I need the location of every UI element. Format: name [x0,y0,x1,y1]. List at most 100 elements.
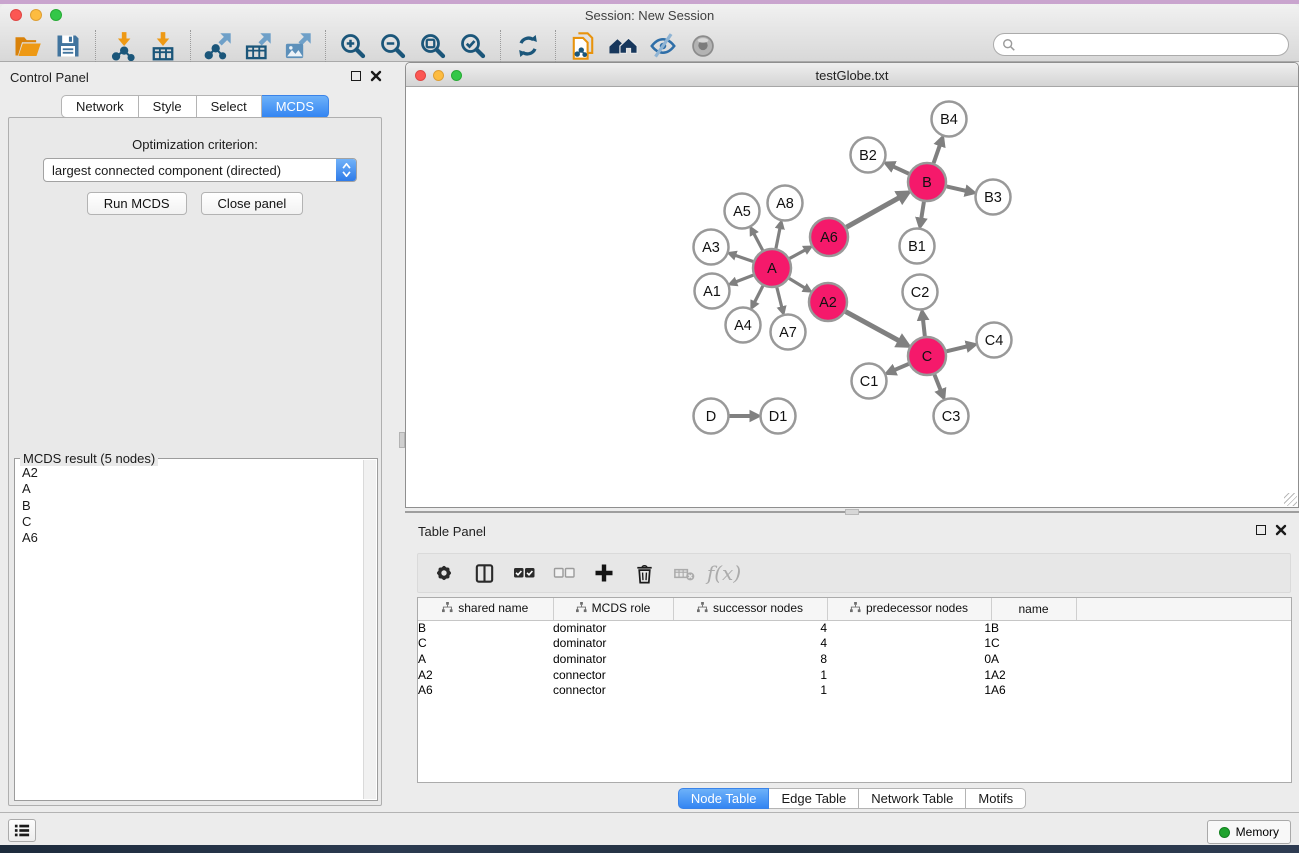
tab-select[interactable]: Select [197,95,262,118]
tab-network[interactable]: Network [61,95,139,118]
graph-edge-A-A4[interactable] [755,286,763,302]
graph-edge-C-C3[interactable] [934,375,940,391]
graph-node-B[interactable]: B [908,163,946,201]
graph-node-C2[interactable]: C2 [903,275,938,310]
delete-column-button[interactable] [626,556,662,590]
export-image-button[interactable] [278,28,318,64]
graph-edge-A2-C[interactable] [846,312,899,341]
column-header-successor-nodes[interactable]: successor nodes [673,598,827,620]
result-item[interactable]: C [22,514,363,530]
graph-edge-A-A3[interactable] [735,255,753,261]
graph-node-B1[interactable]: B1 [900,229,935,264]
result-item[interactable]: A2 [22,465,363,481]
float-table-panel-icon[interactable] [1256,525,1266,535]
graph-node-D[interactable]: D [694,399,729,434]
clone-network-button[interactable] [563,28,603,64]
home-button[interactable] [603,28,643,64]
graph-node-A8[interactable]: A8 [768,186,803,221]
zoom-fit-button[interactable] [413,28,453,64]
graph-edge-A-A5[interactable] [754,234,763,250]
graph-node-C[interactable]: C [908,337,946,375]
graph-edge-C-C2[interactable] [923,320,925,336]
run-mcds-button[interactable]: Run MCDS [87,192,187,215]
result-item[interactable]: A6 [22,530,363,546]
column-header-predecessor-nodes[interactable]: predecessor nodes [827,598,991,620]
search-box[interactable] [993,33,1289,56]
tab-style[interactable]: Style [139,95,197,118]
graph-node-D1[interactable]: D1 [761,399,796,434]
graph-node-A5[interactable]: A5 [725,194,760,229]
graph-edge-A-A8[interactable] [776,228,780,248]
graph-node-A6[interactable]: A6 [810,218,848,256]
split-pane-divider-grip[interactable] [399,432,405,448]
zoom-out-button[interactable] [373,28,413,64]
float-panel-icon[interactable] [351,71,361,81]
open-file-button[interactable] [8,28,48,64]
settings-gear-button[interactable] [426,556,462,590]
zoom-in-button[interactable] [333,28,373,64]
export-table-button[interactable] [238,28,278,64]
column-manager-button[interactable] [466,556,502,590]
table-row[interactable]: Adominator80A [418,651,1291,667]
create-column-button[interactable] [586,556,622,590]
table-tab-node-table[interactable]: Node Table [678,788,770,809]
graph-edge-B-B4[interactable] [934,145,940,163]
graph-edge-C-C1[interactable] [895,364,909,370]
table-tab-network-table[interactable]: Network Table [859,788,966,809]
graph-edge-A6-B[interactable] [846,198,899,228]
table-row[interactable]: Cdominator41C [418,636,1291,652]
show-graphics-details-button[interactable] [683,28,723,64]
network-canvas[interactable]: AA1A2A3A4A5A6A7A8BB1B2B3B4CC1C2C3C4DD1 [406,87,1298,507]
graph-node-C4[interactable]: C4 [977,323,1012,358]
tab-mcds[interactable]: MCDS [262,95,329,118]
graph-edge-C-C4[interactable] [946,346,966,351]
graph-edge-A-A7[interactable] [777,287,782,307]
result-item[interactable]: B [22,498,363,514]
node-table-container[interactable]: shared nameMCDS rolesuccessor nodesprede… [417,597,1292,783]
unselect-all-columns-button[interactable] [546,556,582,590]
graph-node-B3[interactable]: B3 [976,180,1011,215]
graph-node-B2[interactable]: B2 [851,138,886,173]
session-list-button[interactable] [8,819,36,842]
table-row[interactable]: Bdominator41B [418,620,1291,636]
graph-edge-A-A1[interactable] [736,275,753,282]
graph-edge-B-B1[interactable] [921,202,924,219]
optimization-criterion-dropdown[interactable]: largest connected component (directed) [43,158,357,182]
result-scrollbar[interactable] [363,460,376,799]
graph-node-A3[interactable]: A3 [694,230,729,265]
graph-edge-B-B2[interactable] [893,167,908,174]
result-item[interactable]: A [22,481,363,497]
search-input[interactable] [1021,38,1280,52]
close-panel-button[interactable]: Close panel [201,192,304,215]
close-panel-icon[interactable] [370,70,382,82]
table-tab-motifs[interactable]: Motifs [966,788,1026,809]
graph-node-B4[interactable]: B4 [932,102,967,137]
graph-node-A[interactable]: A [753,249,791,287]
graph-node-C1[interactable]: C1 [852,364,887,399]
function-builder-button[interactable]: f(x) [706,556,742,590]
graph-edge-B-B3[interactable] [947,186,966,190]
memory-button[interactable]: Memory [1207,820,1291,844]
graph-node-A4[interactable]: A4 [726,308,761,343]
network-window-titlebar[interactable]: testGlobe.txt [406,63,1298,87]
hide-graphics-details-button[interactable] [643,28,683,64]
export-network-button[interactable] [198,28,238,64]
refresh-layout-button[interactable] [508,28,548,64]
graph-node-C3[interactable]: C3 [934,399,969,434]
save-session-button[interactable] [48,28,88,64]
graph-node-A1[interactable]: A1 [695,274,730,309]
column-header-name[interactable]: name [991,598,1076,620]
import-table-button[interactable] [143,28,183,64]
select-all-columns-button[interactable] [506,556,542,590]
graph-edge-A-A6[interactable] [790,250,805,258]
column-header-MCDS-role[interactable]: MCDS role [553,598,673,620]
delete-table-button[interactable] [666,556,702,590]
import-network-button[interactable] [103,28,143,64]
graph-edge-A-A2[interactable] [789,278,805,287]
table-tab-edge-table[interactable]: Edge Table [769,788,859,809]
graph-node-A2[interactable]: A2 [809,283,847,321]
column-header-shared-name[interactable]: shared name [418,598,553,620]
zoom-selected-button[interactable] [453,28,493,64]
close-table-panel-icon[interactable] [1275,524,1287,536]
table-row[interactable]: A6connector11A6 [418,682,1291,698]
